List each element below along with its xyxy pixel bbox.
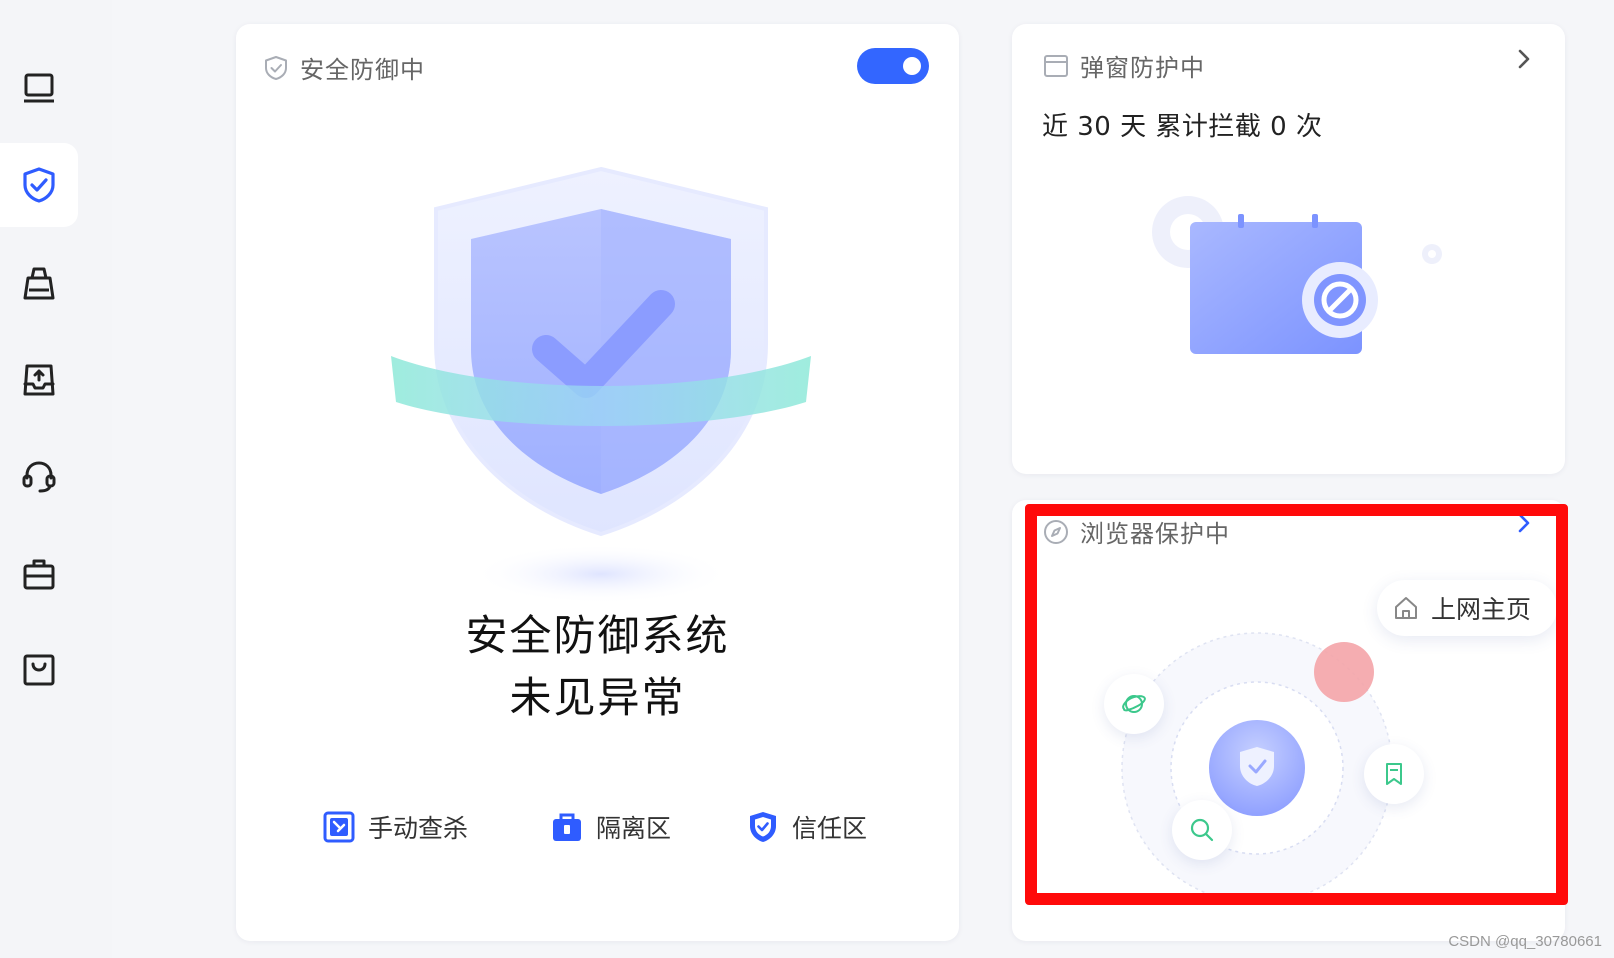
popup-card-title: 弹窗防护中	[1080, 54, 1205, 82]
status-line-1: 安全防御系统	[465, 611, 730, 660]
sidebar	[0, 0, 112, 958]
defense-card-header: 安全防御中	[262, 50, 425, 85]
sidebar-item-toolbox[interactable]	[0, 532, 78, 616]
sidebar-item-support[interactable]	[0, 434, 78, 518]
quarantine-icon	[553, 813, 581, 841]
calendar-block-illustration	[1152, 196, 1442, 354]
sidebar-item-store[interactable]	[0, 628, 78, 712]
manual-scan-label: 手动查杀	[368, 814, 469, 843]
window-icon	[1044, 54, 1068, 77]
chevron-right-icon[interactable]	[1513, 44, 1535, 74]
quarantine-button[interactable]: 隔离区	[550, 809, 671, 845]
shield-illustration	[391, 166, 811, 604]
inbox-upload-icon	[23, 364, 55, 396]
quarantine-label: 隔离区	[596, 814, 672, 843]
trust-zone-button[interactable]: 信任区	[746, 809, 867, 845]
popup-card-header: 弹窗防护中	[1042, 48, 1205, 83]
manual-scan-icon	[323, 811, 355, 843]
headset-icon	[22, 461, 56, 493]
sidebar-item-cleanup[interactable]	[0, 242, 78, 326]
trust-zone-label: 信任区	[792, 814, 868, 843]
shield-outline-icon	[265, 55, 287, 80]
highlight-box	[1025, 504, 1568, 905]
shield-check-icon	[23, 167, 55, 203]
sidebar-item-protection[interactable]	[0, 143, 78, 227]
popup-protection-card[interactable]: 弹窗防护中 近 30 天 累计拦截 0 次	[1012, 24, 1565, 474]
monitor-icon	[24, 73, 54, 103]
popup-block-stat: 近 30 天 累计拦截 0 次	[1042, 112, 1323, 142]
status-line-2: 未见异常	[509, 673, 686, 722]
sidebar-item-backup[interactable]	[0, 338, 78, 422]
shopping-bag-icon	[23, 654, 55, 686]
defense-card: 安全防御中 安全防御系统 未见异常 手动查杀 隔离区 信任区	[236, 24, 959, 941]
toolbox-icon	[23, 559, 55, 590]
toggle-knob	[903, 57, 921, 75]
watermark: CSDN @qq_30780661	[1448, 933, 1602, 950]
defense-card-title: 安全防御中	[300, 56, 425, 84]
broom-icon	[23, 267, 55, 300]
defense-toggle[interactable]	[857, 48, 929, 84]
trust-shield-icon	[750, 812, 776, 842]
manual-scan-button[interactable]: 手动查杀	[322, 809, 468, 845]
sidebar-item-computer[interactable]	[0, 46, 78, 130]
